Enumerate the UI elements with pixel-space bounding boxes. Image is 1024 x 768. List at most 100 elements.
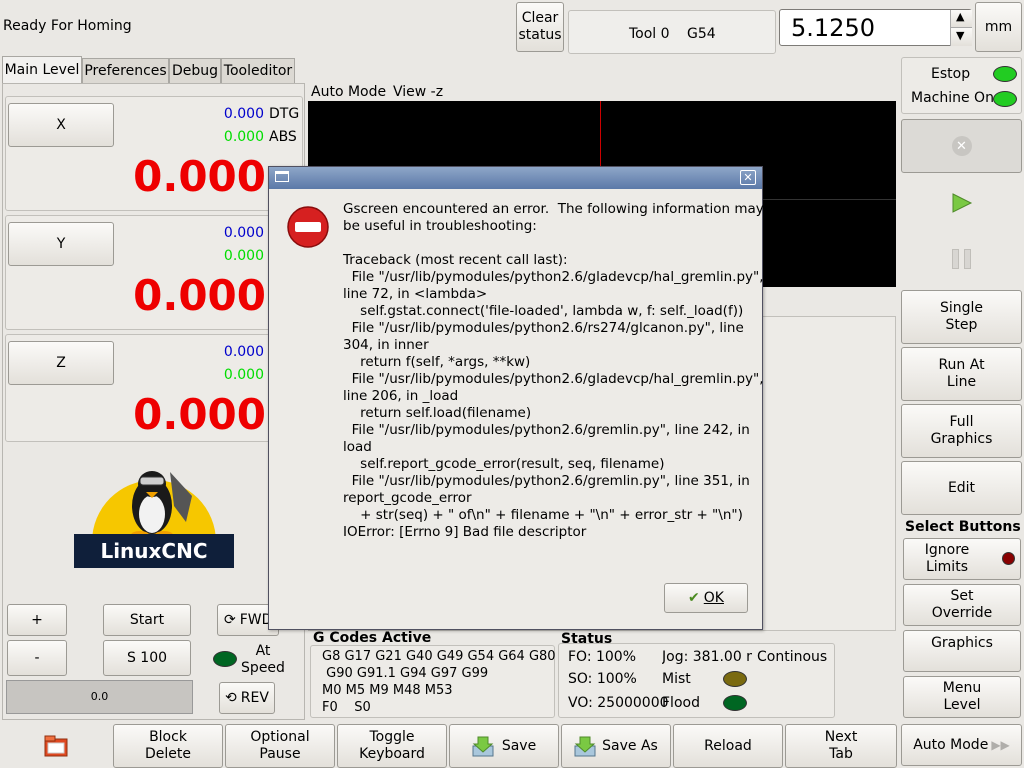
graphics-mode-label: Auto Mode — [311, 84, 387, 100]
play-icon — [952, 193, 973, 213]
auto-mode-button[interactable]: Auto Mode ▶▶ — [901, 724, 1022, 766]
auto-mode-label: Auto Mode — [913, 736, 989, 753]
rotate-cw-icon: ⟳ — [224, 611, 236, 628]
rotate-ccw-icon: ⟲ — [225, 689, 237, 706]
spindle-panel: + - Start S 100 ⟳ FWD At Speed 0.0 ⟲ REV — [5, 598, 303, 718]
run-at-line-button[interactable]: Run At Line — [901, 347, 1022, 401]
dialog-ok-button[interactable]: ✔ OK — [664, 583, 748, 613]
toggle-keyboard-button[interactable]: Toggle Keyboard — [337, 724, 447, 768]
gcodes-title: G Codes Active — [313, 630, 432, 646]
tab-debug[interactable]: Debug — [169, 58, 221, 83]
mist-led — [723, 671, 747, 687]
next-tab-button[interactable]: Next Tab — [785, 724, 897, 768]
spin-up-button[interactable]: ▲ — [950, 10, 972, 28]
pause-button[interactable] — [901, 233, 1022, 287]
open-file-icon — [44, 735, 68, 757]
dialog-close-button[interactable]: ✕ — [740, 170, 756, 185]
axis-z-panel: Z 0.000 0.000 0.000 — [5, 334, 303, 442]
axis-y-dtg-value: 0.000 — [223, 225, 264, 241]
estop-panel: Estop Machine On — [901, 57, 1022, 114]
checkmark-icon: ✔ — [688, 589, 700, 606]
rev-label: REV — [240, 689, 269, 706]
error-dialog: ✕ Gscreen encountered an error. The foll… — [268, 166, 764, 630]
ignore-limits-label: Ignore Limits — [924, 542, 970, 575]
spindle-override-text: SO: 100% — [568, 671, 637, 687]
logo-text: LinuxCNC — [100, 539, 208, 563]
abort-button[interactable]: ✕ — [901, 119, 1022, 173]
axis-y-panel: Y 0.000 0.000 0.000 — [5, 215, 303, 330]
save-as-button[interactable]: Save As — [561, 724, 671, 768]
block-delete-button[interactable]: Block Delete — [113, 724, 223, 768]
logo-text-bar: LinuxCNC — [74, 534, 234, 568]
at-speed-label: At Speed — [241, 643, 285, 676]
tab-tooleditor[interactable]: Tooleditor — [221, 58, 295, 83]
flood-led — [723, 695, 747, 711]
spin-entry[interactable]: 5.1250 ▲ ▼ — [779, 9, 972, 46]
axis-x-button[interactable]: X — [8, 103, 114, 147]
reload-button[interactable]: Reload — [673, 724, 783, 768]
axis-z-button[interactable]: Z — [8, 341, 114, 385]
units-button[interactable]: mm — [975, 2, 1022, 52]
open-file-button[interactable] — [0, 724, 112, 768]
gcodes-line-1: G8 G17 G21 G40 G49 G54 G64 G80 — [322, 649, 556, 664]
ignore-limits-button[interactable]: Ignore Limits — [903, 538, 1021, 580]
machine-on-led — [993, 91, 1017, 107]
single-step-button[interactable]: Single Step — [901, 290, 1022, 344]
spindle-rev-button[interactable]: ⟲ REV — [219, 682, 275, 714]
axis-x-dtg-label: DTG — [269, 106, 300, 122]
tab-preferences[interactable]: Preferences — [82, 58, 169, 83]
ignore-limits-led — [1002, 552, 1015, 565]
dialog-message: Gscreen encountered an error. The follow… — [343, 201, 764, 540]
pause-icon — [952, 249, 972, 269]
estop-label: Estop — [931, 66, 971, 82]
chevron-up-icon: ▲ — [956, 10, 965, 23]
coord-system-label: G54 — [687, 26, 716, 42]
tool-label: Tool 0 — [629, 26, 670, 42]
tab-main-level[interactable]: Main Level — [2, 56, 82, 83]
machine-on-label: Machine On — [911, 90, 994, 106]
chevron-down-icon: ▼ — [956, 29, 965, 42]
linuxcnc-logo: LinuxCNC — [74, 462, 234, 568]
window-icon — [275, 171, 289, 182]
axis-z-dtg-value: 0.000 — [223, 344, 264, 360]
axis-y-button[interactable]: Y — [8, 222, 114, 266]
axis-z-abs-value: 0.000 — [223, 367, 264, 383]
axis-z-dro: 0.000 — [133, 390, 266, 439]
save-icon — [472, 736, 494, 757]
save-as-icon — [574, 736, 596, 757]
mist-label: Mist — [662, 671, 691, 687]
edit-button[interactable]: Edit — [901, 461, 1022, 515]
graphics-button[interactable]: Graphics — [903, 630, 1021, 672]
clear-status-button[interactable]: Clear status — [516, 2, 564, 52]
flood-label: Flood — [662, 695, 700, 711]
full-graphics-button[interactable]: Full Graphics — [901, 404, 1022, 458]
spindle-bar-value: 0.0 — [90, 690, 109, 703]
fast-forward-icon: ▶▶ — [991, 737, 1010, 752]
graphics-view-label: View -z — [393, 84, 444, 100]
dialog-titlebar: ✕ — [269, 167, 762, 189]
gcodes-line-2: G90 G91.1 G94 G97 G99 — [322, 666, 489, 681]
spindle-start-button[interactable]: Start — [103, 604, 191, 636]
machine-status-text: Ready For Homing — [3, 18, 132, 34]
gcodes-line-3: M0 M5 M9 M48 M53 — [322, 683, 453, 698]
estop-led — [993, 66, 1017, 82]
run-button[interactable] — [901, 176, 1022, 230]
spindle-minus-button[interactable]: - — [7, 640, 67, 676]
axis-y-dro: 0.000 — [133, 271, 266, 320]
save-button[interactable]: Save — [449, 724, 559, 768]
spindle-speed-button[interactable]: S 100 — [103, 640, 191, 676]
gcodes-line-4: F0 S0 — [322, 700, 371, 715]
jog-rate-text: Jog: 381.00 m — [662, 649, 752, 665]
spindle-speed-bar: 0.0 — [6, 680, 193, 714]
jog-mode-text: Continous — [757, 649, 828, 665]
save-label: Save — [501, 737, 537, 754]
spin-value: 5.1250 — [791, 14, 875, 42]
menu-level-button[interactable]: Menu Level — [903, 676, 1021, 718]
at-speed-led — [213, 651, 237, 667]
optional-pause-button[interactable]: Optional Pause — [225, 724, 335, 768]
axis-x-abs-value: 0.000 — [223, 129, 264, 145]
spindle-plus-button[interactable]: + — [7, 604, 67, 636]
set-override-button[interactable]: Set Override — [903, 584, 1021, 626]
axis-x-panel: X 0.000 DTG 0.000 ABS 0.000 — [5, 96, 303, 211]
spin-down-button[interactable]: ▼ — [950, 28, 972, 46]
